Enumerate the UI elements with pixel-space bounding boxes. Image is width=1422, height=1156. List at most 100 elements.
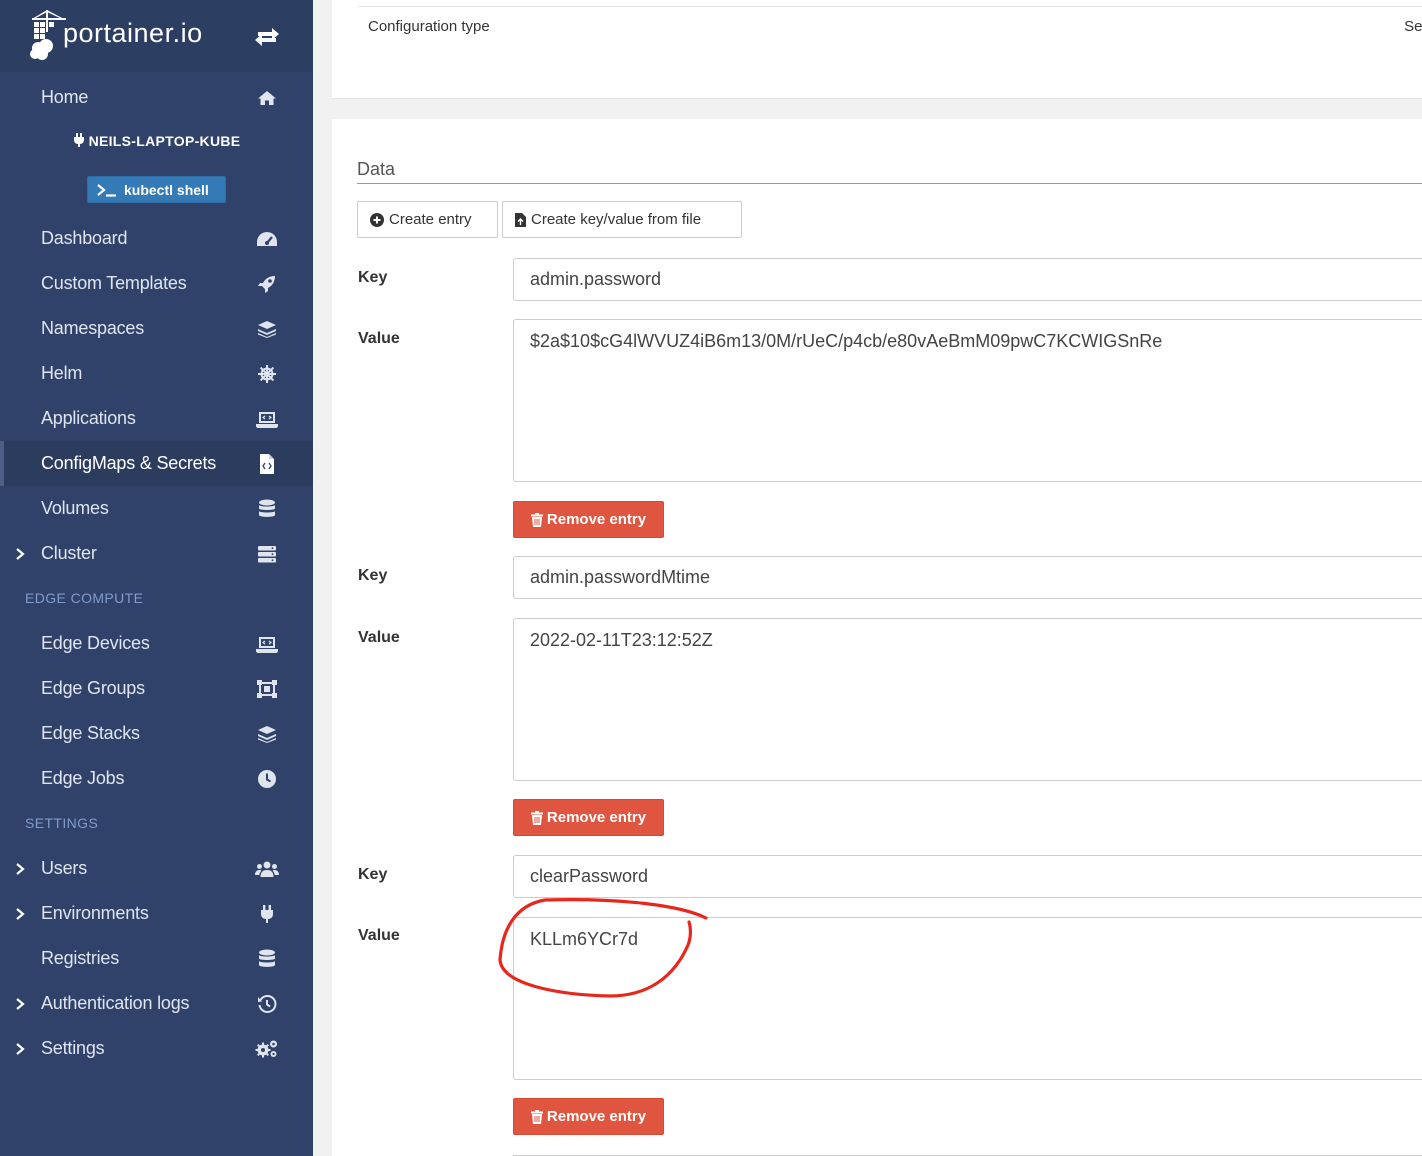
object-group-icon	[255, 679, 279, 699]
remove-entry-label: Remove entry	[546, 809, 647, 826]
section-title-settings: SETTINGS	[25, 815, 99, 831]
sidebar-item-label: Edge Stacks	[41, 723, 140, 743]
key-label: Key	[358, 866, 388, 883]
sidebar-item-label: Custom Templates	[41, 273, 187, 293]
sidebar-item-label: Edge Devices	[41, 633, 150, 653]
sidebar-item-configmaps-secrets[interactable]: ConfigMaps & Secrets	[0, 441, 313, 486]
portainer-logo-icon[interactable]	[28, 8, 68, 64]
value-label: Value	[358, 927, 400, 944]
cogs-icon	[255, 1039, 279, 1059]
sidebar-item-label: Edge Jobs	[41, 768, 125, 788]
remove-entry-button[interactable]: Remove entry	[513, 1098, 664, 1135]
sidebar-item-label: Authentication logs	[41, 993, 190, 1013]
sidebar-item-label: Home	[41, 87, 89, 107]
sidebar-item-label: Helm	[41, 363, 83, 383]
file-upload-icon	[515, 212, 526, 227]
sidebar-item-environments[interactable]: Environments	[0, 891, 313, 936]
history-icon	[255, 994, 279, 1014]
remove-entry-label: Remove entry	[546, 511, 647, 528]
rocket-icon	[255, 274, 279, 294]
key-label: Key	[358, 567, 388, 584]
terminal-icon	[97, 183, 116, 197]
value-label: Value	[358, 330, 400, 347]
data-panel: Data Create entry Create key/value from …	[332, 119, 1422, 1156]
sidebar-item-namespaces[interactable]: Namespaces	[0, 306, 313, 351]
section-title-edge-compute: EDGE COMPUTE	[25, 590, 144, 606]
plus-circle-icon	[370, 212, 384, 227]
plug-icon	[255, 904, 279, 924]
layers-icon	[255, 319, 279, 339]
kubectl-shell-label: kubectl shell	[124, 181, 209, 198]
plug-icon	[73, 133, 84, 147]
create-entry-label: Create entry	[389, 211, 472, 228]
brand-name[interactable]: portainer.io	[63, 18, 203, 49]
sidebar: portainer.io Home NEILS-LAPTOP-KUBE kube…	[0, 0, 313, 1156]
tachometer-icon	[255, 229, 279, 249]
create-from-file-button[interactable]: Create key/value from file	[502, 201, 742, 238]
sidebar-item-settings[interactable]: Settings	[0, 1026, 313, 1071]
sidebar-item-dashboard[interactable]: Dashboard	[0, 216, 313, 261]
sidebar-item-edge-devices[interactable]: Edge Devices	[0, 621, 313, 666]
remove-entry-button[interactable]: Remove entry	[513, 501, 664, 538]
layers-icon	[255, 724, 279, 744]
sidebar-item-edge-stacks[interactable]: Edge Stacks	[0, 711, 313, 756]
sidebar-item-custom-templates[interactable]: Custom Templates	[0, 261, 313, 306]
value-textarea[interactable]: 2022-02-11T23:12:52Z	[513, 618, 1422, 781]
sidebar-item-label: ConfigMaps & Secrets	[41, 453, 217, 473]
value-textarea[interactable]: KLLm6YCr7d	[513, 917, 1422, 1080]
key-input[interactable]: admin.passwordMtime	[513, 556, 1422, 599]
configuration-panel: Configuration type Sec	[332, 0, 1422, 99]
sidebar-item-edge-groups[interactable]: Edge Groups	[0, 666, 313, 711]
remove-entry-label: Remove entry	[546, 1108, 647, 1125]
sidebar-item-applications[interactable]: Applications	[0, 396, 313, 441]
sidebar-item-edge-jobs[interactable]: Edge Jobs	[0, 756, 313, 801]
sidebar-item-label: Applications	[41, 408, 136, 428]
chevron-right-icon	[16, 547, 25, 560]
clock-icon	[255, 769, 279, 789]
sidebar-item-cluster[interactable]: Cluster	[0, 531, 313, 576]
value-label: Value	[358, 629, 400, 646]
sidebar-item-label: Edge Groups	[41, 678, 145, 698]
sidebar-item-label: Cluster	[41, 543, 97, 563]
home-icon	[255, 88, 279, 108]
sidebar-item-label: Registries	[41, 948, 120, 968]
kubectl-shell-button[interactable]: kubectl shell	[87, 176, 226, 203]
server-icon	[255, 544, 279, 564]
divider	[358, 6, 1422, 7]
trash-icon	[530, 1109, 543, 1124]
sidebar-item-registries[interactable]: Registries	[0, 936, 313, 981]
trash-icon	[530, 512, 543, 527]
sidebar-item-helm[interactable]: Helm	[0, 351, 313, 396]
environment-name: NEILS-LAPTOP-KUBE	[0, 133, 313, 149]
file-code-icon	[255, 453, 279, 474]
sidebar-item-label: Settings	[41, 1038, 105, 1058]
chevron-right-icon	[16, 907, 25, 920]
sidebar-toggle-icon[interactable]	[254, 26, 280, 48]
database-icon	[255, 949, 279, 969]
sidebar-item-label: Dashboard	[41, 228, 128, 248]
remove-entry-button[interactable]: Remove entry	[513, 799, 664, 836]
divider	[357, 183, 1422, 184]
key-label: Key	[358, 269, 388, 286]
laptop-code-icon	[255, 409, 279, 429]
sidebar-item-home[interactable]: Home	[0, 75, 313, 120]
data-section-title: Data	[357, 159, 396, 179]
database-icon	[255, 499, 279, 519]
sidebar-item-label: Users	[41, 858, 88, 878]
key-input[interactable]: admin.password	[513, 258, 1422, 301]
sidebar-item-authentication-logs[interactable]: Authentication logs	[0, 981, 313, 1026]
sidebar-item-label: Volumes	[41, 498, 109, 518]
create-entry-button[interactable]: Create entry	[357, 201, 498, 238]
main-content: Configuration type Sec Data Create entry…	[313, 0, 1422, 1156]
sidebar-item-label: Environments	[41, 903, 149, 923]
environment-label: NEILS-LAPTOP-KUBE	[88, 133, 241, 149]
trash-icon	[530, 810, 543, 825]
key-input[interactable]: clearPassword	[513, 855, 1422, 898]
laptop-icon	[255, 634, 279, 654]
value-textarea[interactable]: $2a$10$cG4lWVUZ4iB6m13/0M/rUeC/p4cb/e80v…	[513, 319, 1422, 482]
chevron-right-icon	[16, 862, 25, 875]
chevron-right-icon	[16, 997, 25, 1010]
sidebar-item-volumes[interactable]: Volumes	[0, 486, 313, 531]
configuration-type-label: Configuration type	[368, 18, 490, 35]
sidebar-item-users[interactable]: Users	[0, 846, 313, 891]
